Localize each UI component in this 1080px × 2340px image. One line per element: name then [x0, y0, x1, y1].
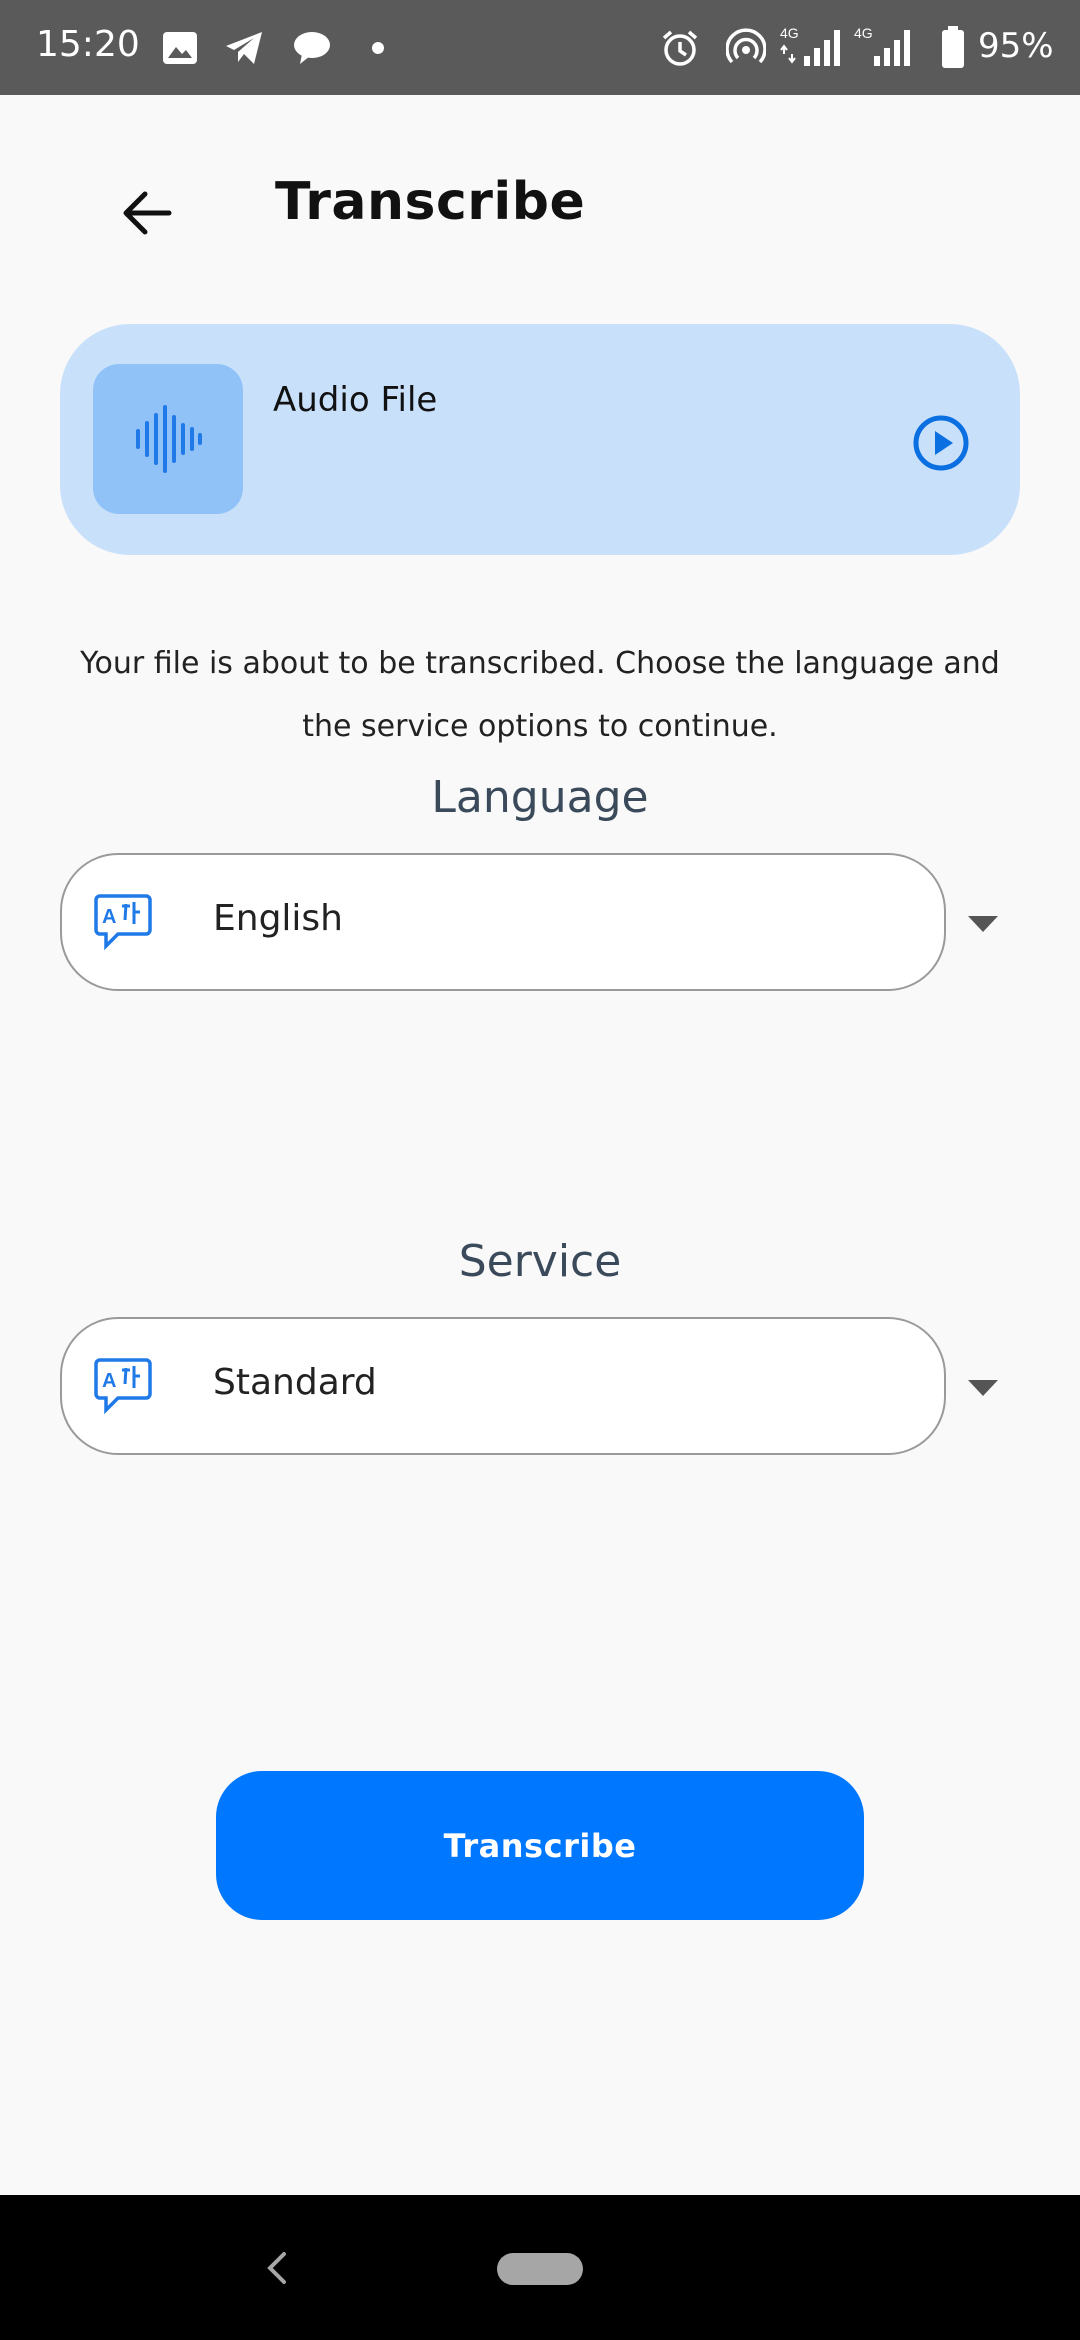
audio-thumbnail [93, 364, 243, 514]
page-title: Transcribe [275, 172, 586, 232]
transcribe-button[interactable]: Transcribe [216, 1771, 864, 1920]
alarm-icon [662, 30, 698, 66]
language-dropdown-icon[interactable] [968, 916, 998, 932]
status-bar: 15:20 4G 4G 95% [0, 0, 1080, 95]
service-value: Standard [213, 1362, 377, 1403]
battery-percent: 95% [978, 26, 1054, 66]
telegram-icon [226, 32, 262, 64]
dot-icon [372, 42, 384, 54]
service-dropdown-icon[interactable] [968, 1380, 998, 1396]
intro-line-1: Your file is about to be transcribed. Ch… [80, 646, 1000, 681]
arrow-left-icon [123, 191, 172, 235]
play-circle-icon [913, 415, 969, 471]
nav-home-pill[interactable] [497, 2253, 583, 2285]
status-time: 15:20 [36, 24, 140, 65]
signal-4g-icon: 4G [780, 25, 840, 66]
svg-text:4G: 4G [780, 25, 799, 41]
service-select[interactable] [60, 1317, 946, 1455]
image-icon [163, 32, 197, 64]
back-button[interactable] [112, 178, 182, 248]
translate-icon: A [94, 894, 152, 951]
audio-file-title: Audio File [273, 380, 438, 420]
nav-back-icon[interactable] [258, 2246, 298, 2290]
svg-text:A: A [102, 1370, 116, 1392]
language-value: English [213, 898, 343, 939]
language-select[interactable] [60, 853, 946, 991]
translate-icon: A [94, 1358, 152, 1415]
intro-text: Your file is about to be transcribed. Ch… [55, 632, 1025, 758]
battery-icon [942, 26, 964, 68]
svg-text:4G: 4G [854, 25, 873, 41]
hotspot-icon [726, 28, 766, 64]
signal-4g-icon-2: 4G [854, 25, 910, 66]
language-label: Language [431, 772, 649, 823]
waveform-icon [136, 405, 202, 473]
svg-text:A: A [102, 906, 116, 928]
chat-bubble-icon [294, 32, 330, 64]
play-button[interactable] [908, 410, 974, 476]
service-label: Service [458, 1236, 622, 1287]
intro-line-2: the service options to continue. [302, 709, 778, 744]
